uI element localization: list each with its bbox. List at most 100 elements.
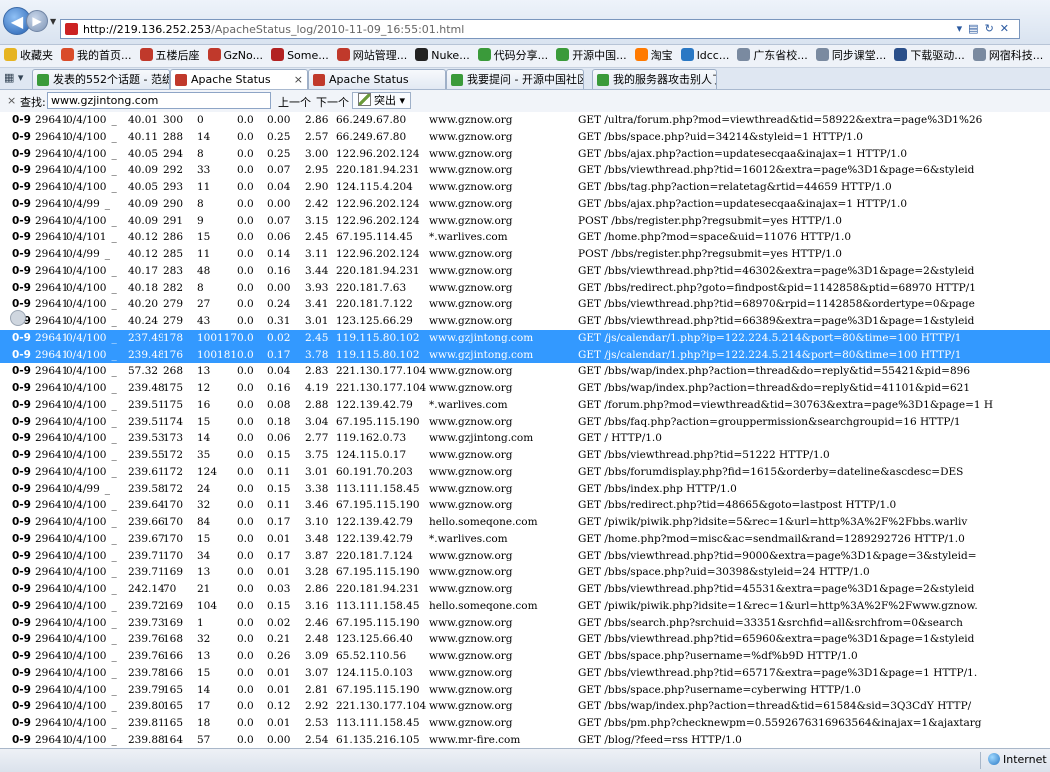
favorite-item[interactable]: Nuke... [411, 45, 473, 67]
refresh-icon[interactable]: ↻ [985, 22, 1000, 35]
cell-child: 0.25 [267, 130, 291, 143]
cell-conn: 0.0 [237, 516, 254, 528]
cell-vhost: www.gznow.org [429, 214, 513, 227]
log-row: 0-9 29641 0/4/100 _ 40.09 291 9 0.0 0.07 3.15 122.… [0, 213, 1050, 230]
favorite-item[interactable]: 网站管理... [333, 45, 412, 67]
cell-child: 0.04 [267, 181, 291, 193]
favorite-item[interactable]: 淘宝 [631, 45, 677, 67]
cell-acc-mode: 0/4/100 _ [66, 497, 117, 514]
favorite-item[interactable]: 代码分享... [474, 45, 553, 67]
favorite-item[interactable]: 开源中国... [552, 45, 631, 67]
cell-mode: _ [111, 331, 117, 344]
cell-request: GET /bbs/viewthread.php?tid=46302&extra=… [578, 264, 975, 277]
cell-client: 67.195.115.190 [336, 499, 420, 512]
cell-conn: 0.0 [237, 432, 254, 445]
favorite-item[interactable]: Some... [267, 45, 333, 67]
cell-slot: 3.01 [305, 315, 329, 327]
cell-conn: 0.0 [237, 281, 254, 294]
cell-child: 0.15 [267, 482, 291, 495]
status-bar: Internet [0, 748, 1050, 772]
favorite-item[interactable]: 收藏夹 [0, 45, 57, 67]
browser-tab[interactable]: Apache Status [308, 69, 446, 89]
browser-tab[interactable]: 我要提问 - 开源中国社区 [446, 69, 584, 89]
cell-pid: 29641 [35, 616, 69, 629]
favorite-item[interactable]: 五楼后座 [136, 45, 204, 67]
favorite-item[interactable]: 下载驱动... [890, 45, 969, 67]
cell-vhost: www.gznow.org [429, 147, 513, 160]
address-field[interactable]: http://219.136.252.253/ApacheStatus_log/… [60, 19, 1020, 39]
compat-view-icon[interactable]: ▾▤ [957, 22, 985, 35]
cell-req: 16 [197, 398, 211, 411]
cell-client: 67.195.115.190 [336, 415, 420, 428]
cell-srv: 0-9 [12, 599, 31, 612]
cell-child: 0.24 [267, 298, 291, 311]
favorite-item[interactable]: GzNo... [204, 45, 268, 67]
favorite-item[interactable]: ldcc... [677, 45, 734, 67]
highlight-matches-button[interactable]: 突出 ▾ [352, 92, 412, 109]
address-buttons[interactable]: ▾▤↻✕ [957, 22, 1015, 35]
history-dropdown-icon[interactable]: ▼ [50, 17, 56, 26]
cell-pid: 29641 [35, 650, 69, 662]
favorite-label: Some... [287, 49, 329, 62]
cell-conn: 0.0 [237, 465, 254, 478]
cell-cpu: 40.11 [128, 130, 159, 143]
tab-label: 发表的552个话题 - 范缇... [53, 73, 169, 86]
cell-child: 0.00 [267, 281, 291, 294]
cell-cpu: 239.73 [128, 616, 165, 629]
cell-acc-mode: 0/4/100 _ [66, 464, 117, 481]
cell-acc: 0/4/100 [66, 599, 107, 612]
find-close-icon[interactable]: × [7, 94, 16, 107]
cell-cpu: 239.51 [128, 415, 165, 428]
cell-child: 0.07 [267, 214, 291, 227]
cell-cpu: 239.80 [128, 700, 165, 713]
quick-tabs-icon[interactable]: ▦ ▾ [4, 71, 23, 84]
cell-acc: 0/4/100 [66, 382, 107, 394]
browser-tab[interactable]: Apache Status × [170, 69, 308, 89]
cell-srv: 0-9 [12, 616, 31, 629]
tab-label: Apache Status [191, 73, 271, 86]
cell-req: 13 [197, 566, 211, 579]
browser-tab[interactable]: 发表的552个话题 - 范缇... [32, 69, 170, 89]
cell-cpu: 239.79 [128, 683, 165, 696]
find-previous-button[interactable]: 上一个 [278, 94, 311, 110]
cell-vhost: www.mr-fire.com [429, 733, 521, 746]
log-row: 0-9 29641 0/4/100 _ 40.17 283 48 0.0 0.16 3.44 220… [0, 263, 1050, 280]
cell-cpu: 40.05 [128, 181, 159, 193]
cell-child: 0.00 [267, 197, 291, 210]
stop-icon[interactable]: ✕ [1000, 22, 1015, 35]
cell-ss: 166 [163, 650, 184, 662]
cell-srv: 0-9 [12, 197, 31, 210]
cell-client: 220.181.7.122 [336, 298, 413, 311]
cell-request: GET /bbs/forumdisplay.php?fid=1615&order… [578, 465, 964, 478]
cell-mode: _ [111, 348, 117, 361]
cell-acc: 0/4/100 [66, 616, 107, 629]
cell-srv: 0-9 [12, 398, 31, 411]
favorite-item[interactable]: 网宿科技... [969, 45, 1048, 67]
cell-ss: 165 [163, 717, 184, 729]
favorite-item[interactable]: 我的首页... [57, 45, 136, 67]
find-input[interactable]: www.gzjintong.com [47, 92, 271, 109]
cell-vhost: www.gznow.org [429, 415, 513, 428]
favorite-label: 同步课堂... [831, 49, 887, 62]
find-next-button[interactable]: 下一个 [316, 94, 349, 110]
cell-acc-mode: 0/4/100 _ [66, 414, 117, 431]
forward-button[interactable]: ▶ [26, 10, 48, 32]
cell-request: GET /bbs/index.php HTTP/1.0 [578, 482, 737, 495]
cell-acc: 0/4/100 [66, 181, 107, 193]
browser-tab[interactable]: 我的服务器攻击别人了！... [592, 69, 717, 89]
cell-srv: 0-9 [12, 733, 31, 746]
log-row: 0-9 29641 0/4/100 _ 239.76 168 32 0.0 0.21 2.48 12… [0, 631, 1050, 648]
cell-request: GET /bbs/viewthread.php?tid=45531&extra=… [578, 583, 975, 595]
cell-mode: _ [111, 214, 117, 227]
tab-close-icon[interactable]: × [294, 70, 303, 89]
cell-child: 0.00 [267, 733, 291, 746]
cell-acc-mode: 0/4/100 _ [66, 598, 117, 615]
favorite-item[interactable]: 同步课堂... [812, 45, 891, 67]
favorite-item[interactable]: 广东省校... [733, 45, 812, 67]
cell-srv: 0-9 [12, 449, 31, 461]
cell-request: GET /bbs/viewthread.php?tid=9000&extra=p… [578, 549, 977, 562]
log-row: 0-9 29641 0/4/100 _ 239.51 175 16 0.0 0.08 2.88 12… [0, 397, 1050, 414]
cell-srv: 0-9 [12, 650, 31, 662]
cell-cpu: 239.51 [128, 398, 165, 411]
cell-mode: _ [111, 516, 117, 528]
